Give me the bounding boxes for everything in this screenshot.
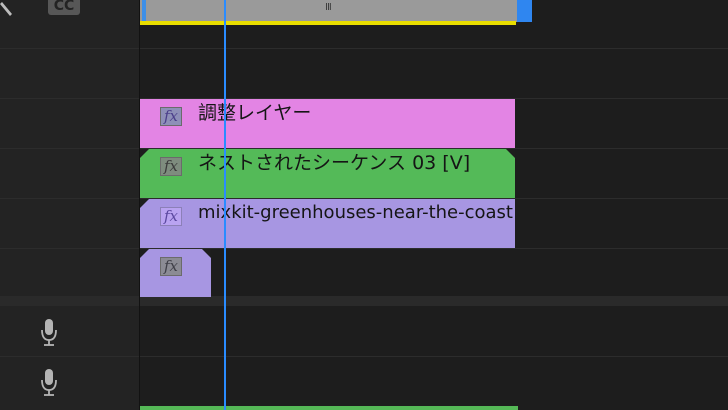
track-separator xyxy=(0,356,728,357)
clip-name: ネストされたシーケンス 03 [V] xyxy=(198,152,471,174)
clip-edge-left[interactable] xyxy=(142,0,146,22)
adjustment-layer-clip[interactable]: fx 調整レイヤー xyxy=(140,99,515,148)
clip-corner-right xyxy=(506,149,515,158)
clip-corner-right xyxy=(202,249,211,258)
wrench-icon[interactable] xyxy=(0,0,14,22)
clip-grip-icon[interactable]: III xyxy=(325,2,332,13)
clip-corner-left xyxy=(140,199,149,208)
clip-name: mixkit-greenhouses-near-the-coast xyxy=(198,202,513,223)
track-separator xyxy=(0,248,728,249)
audio-clip-edge[interactable] xyxy=(140,406,518,410)
fx-badge-icon: fx xyxy=(160,157,182,176)
fx-badge-icon: fx xyxy=(160,107,182,126)
video-audio-divider[interactable] xyxy=(0,296,728,306)
clip-selection-underline xyxy=(140,21,516,25)
clip-corner-left xyxy=(140,249,149,258)
nested-sequence-clip[interactable]: fx ネストされたシーケンス 03 [V] xyxy=(140,149,515,198)
clip-edge-right[interactable] xyxy=(517,0,532,22)
fx-badge-icon: fx xyxy=(160,207,182,226)
playhead-line[interactable] xyxy=(224,0,226,410)
video-clip[interactable]: fx mixkit-greenhouses-near-the-coast xyxy=(140,199,515,248)
track-separator xyxy=(0,48,728,49)
clip-corner-left xyxy=(140,149,149,158)
fx-badge-icon: fx xyxy=(160,257,182,276)
microphone-icon[interactable] xyxy=(40,368,58,398)
track-headers-panel xyxy=(0,0,140,410)
clip-name: 調整レイヤー xyxy=(198,102,312,124)
short-video-clip[interactable]: fx xyxy=(140,249,211,297)
closed-captions-icon[interactable]: CC xyxy=(48,0,80,15)
microphone-icon[interactable] xyxy=(40,318,58,348)
